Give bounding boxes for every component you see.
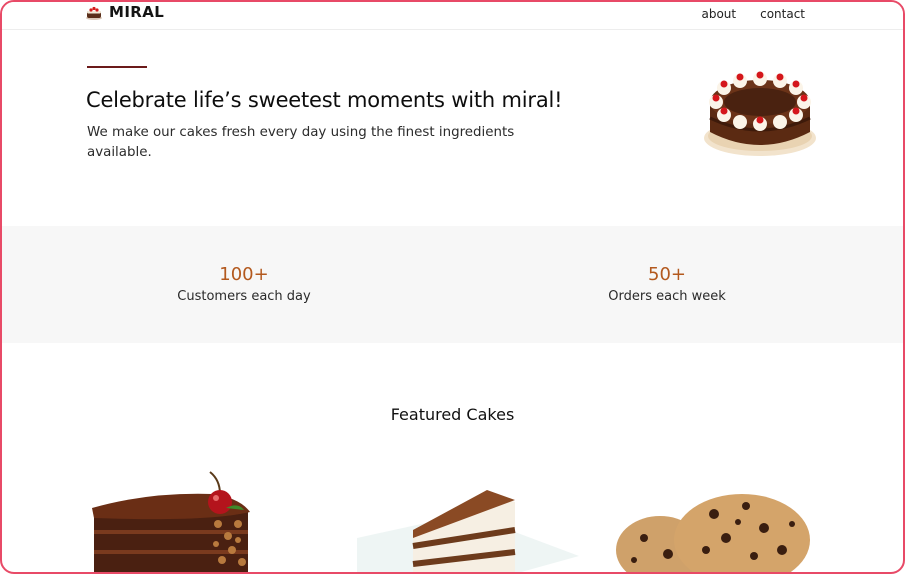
- cake-logo-icon: [86, 6, 102, 20]
- chocolate-cream-cake-image: [704, 71, 816, 156]
- nav-link-contact[interactable]: contact: [760, 7, 805, 21]
- featured-title: Featured Cakes: [390, 405, 515, 424]
- stat-label: Orders each week: [608, 289, 726, 304]
- stat-value: 50+: [648, 264, 686, 285]
- brand[interactable]: MIRAL: [85, 3, 164, 21]
- navbar: MIRAL about contact: [2, 2, 903, 30]
- stat-customers: 100+ Customers each day: [94, 263, 394, 307]
- nav-links: about contact: [701, 7, 805, 21]
- hero-title: Celebrate life’s sweetest moments with m…: [86, 88, 563, 112]
- hero-accent-rule: [87, 66, 147, 68]
- stat-value: 100+: [219, 264, 269, 285]
- brand-name: MIRAL: [109, 3, 165, 21]
- stats-section: 100+ Customers each day 50+ Orders each …: [2, 226, 903, 343]
- hero-subtitle: We make our cakes fresh every day using …: [87, 125, 515, 160]
- stat-label: Customers each day: [177, 289, 311, 304]
- page-frame: MIRAL about contact Celebrate life’s swe…: [0, 0, 905, 574]
- chocolate-cake-slice-image[interactable]: [88, 464, 258, 574]
- stat-orders: 50+ Orders each week: [517, 263, 817, 307]
- tiramisu-slice-image[interactable]: [347, 486, 582, 574]
- nav-link-about[interactable]: about: [701, 7, 736, 21]
- chocolate-chip-cookies-image[interactable]: [614, 494, 814, 574]
